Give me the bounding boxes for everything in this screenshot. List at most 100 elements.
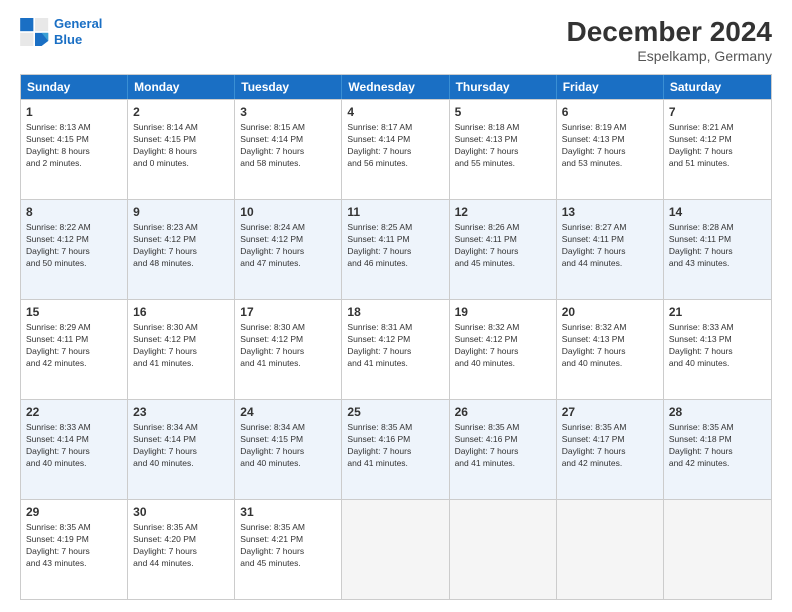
day-info: Sunrise: 8:30 AM Sunset: 4:12 PM Dayligh… bbox=[133, 322, 229, 370]
day-number: 1 bbox=[26, 104, 122, 120]
cal-cell-4: 4 Sunrise: 8:17 AM Sunset: 4:14 PM Daylig… bbox=[342, 100, 449, 199]
day-info: Sunrise: 8:35 AM Sunset: 4:17 PM Dayligh… bbox=[562, 422, 658, 470]
cal-cell-11: 11 Sunrise: 8:25 AM Sunset: 4:11 PM Dayli… bbox=[342, 200, 449, 299]
day-info: Sunrise: 8:28 AM Sunset: 4:11 PM Dayligh… bbox=[669, 222, 766, 270]
calendar-row-4: 22 Sunrise: 8:33 AM Sunset: 4:14 PM Dayli… bbox=[21, 399, 771, 499]
day-info: Sunrise: 8:35 AM Sunset: 4:16 PM Dayligh… bbox=[455, 422, 551, 470]
day-info: Sunrise: 8:33 AM Sunset: 4:14 PM Dayligh… bbox=[26, 422, 122, 470]
cal-cell-9: 9Sunrise: 8:23 AM Sunset: 4:12 PM Daylig… bbox=[128, 200, 235, 299]
cal-cell-21: 21Sunrise: 8:33 AM Sunset: 4:13 PM Dayli… bbox=[664, 300, 771, 399]
cal-cell-empty-6 bbox=[664, 500, 771, 599]
cal-cell-22: 22 Sunrise: 8:33 AM Sunset: 4:14 PM Dayli… bbox=[21, 400, 128, 499]
header-cell-thursday: Thursday bbox=[450, 75, 557, 99]
header-cell-friday: Friday bbox=[557, 75, 664, 99]
cal-cell-29: 29 Sunrise: 8:35 AM Sunset: 4:19 PM Dayli… bbox=[21, 500, 128, 599]
header-cell-monday: Monday bbox=[128, 75, 235, 99]
day-number: 25 bbox=[347, 404, 443, 420]
cal-cell-20: 20Sunrise: 8:32 AM Sunset: 4:13 PM Dayli… bbox=[557, 300, 664, 399]
day-number: 10 bbox=[240, 204, 336, 220]
day-info: Sunrise: 8:15 AM Sunset: 4:14 PM Dayligh… bbox=[240, 122, 336, 170]
day-number: 3 bbox=[240, 104, 336, 120]
day-info: Sunrise: 8:35 AM Sunset: 4:20 PM Dayligh… bbox=[133, 522, 229, 570]
cal-cell-6: 6Sunrise: 8:19 AM Sunset: 4:13 PM Daylig… bbox=[557, 100, 664, 199]
day-number: 13 bbox=[562, 204, 658, 220]
cal-cell-10: 10 Sunrise: 8:24 AM Sunset: 4:12 PM Dayli… bbox=[235, 200, 342, 299]
month-title: December 2024 bbox=[567, 16, 772, 48]
header: General Blue December 2024 Espelkamp, Ge… bbox=[20, 16, 772, 64]
day-number: 8 bbox=[26, 204, 122, 220]
day-info: Sunrise: 8:22 AM Sunset: 4:12 PM Dayligh… bbox=[26, 222, 122, 270]
cal-cell-26: 26Sunrise: 8:35 AM Sunset: 4:16 PM Dayli… bbox=[450, 400, 557, 499]
cal-cell-empty-4 bbox=[450, 500, 557, 599]
day-info: Sunrise: 8:25 AM Sunset: 4:11 PM Dayligh… bbox=[347, 222, 443, 270]
day-number: 2 bbox=[133, 104, 229, 120]
cal-cell-27: 27 Sunrise: 8:35 AM Sunset: 4:17 PM Dayli… bbox=[557, 400, 664, 499]
day-number: 17 bbox=[240, 304, 336, 320]
cal-cell-23: 23Sunrise: 8:34 AM Sunset: 4:14 PM Dayli… bbox=[128, 400, 235, 499]
calendar-row-3: 15 Sunrise: 8:29 AM Sunset: 4:11 PM Dayli… bbox=[21, 299, 771, 399]
day-info: Sunrise: 8:14 AM Sunset: 4:15 PM Dayligh… bbox=[133, 122, 229, 170]
day-info: Sunrise: 8:31 AM Sunset: 4:12 PM Dayligh… bbox=[347, 322, 443, 370]
day-info: Sunrise: 8:35 AM Sunset: 4:19 PM Dayligh… bbox=[26, 522, 122, 570]
day-info: Sunrise: 8:19 AM Sunset: 4:13 PM Dayligh… bbox=[562, 122, 658, 170]
cal-cell-25: 25Sunrise: 8:35 AM Sunset: 4:16 PM Dayli… bbox=[342, 400, 449, 499]
day-info: Sunrise: 8:32 AM Sunset: 4:12 PM Dayligh… bbox=[455, 322, 551, 370]
calendar-header: SundayMondayTuesdayWednesdayThursdayFrid… bbox=[21, 75, 771, 99]
day-info: Sunrise: 8:24 AM Sunset: 4:12 PM Dayligh… bbox=[240, 222, 336, 270]
cal-cell-7: 7Sunrise: 8:21 AM Sunset: 4:12 PM Daylig… bbox=[664, 100, 771, 199]
day-number: 18 bbox=[347, 304, 443, 320]
header-cell-wednesday: Wednesday bbox=[342, 75, 449, 99]
day-number: 16 bbox=[133, 304, 229, 320]
cal-cell-31: 31Sunrise: 8:35 AM Sunset: 4:21 PM Dayli… bbox=[235, 500, 342, 599]
day-info: Sunrise: 8:27 AM Sunset: 4:11 PM Dayligh… bbox=[562, 222, 658, 270]
day-info: Sunrise: 8:30 AM Sunset: 4:12 PM Dayligh… bbox=[240, 322, 336, 370]
logo: General Blue bbox=[20, 16, 102, 47]
day-number: 30 bbox=[133, 504, 229, 520]
header-cell-saturday: Saturday bbox=[664, 75, 771, 99]
day-number: 27 bbox=[562, 404, 658, 420]
logo-text: General Blue bbox=[54, 16, 102, 47]
day-number: 28 bbox=[669, 404, 766, 420]
day-info: Sunrise: 8:13 AM Sunset: 4:15 PM Dayligh… bbox=[26, 122, 122, 170]
cal-cell-13: 13 Sunrise: 8:27 AM Sunset: 4:11 PM Dayli… bbox=[557, 200, 664, 299]
day-info: Sunrise: 8:34 AM Sunset: 4:15 PM Dayligh… bbox=[240, 422, 336, 470]
day-number: 11 bbox=[347, 204, 443, 220]
calendar-row-2: 8 Sunrise: 8:22 AM Sunset: 4:12 PM Daylig… bbox=[21, 199, 771, 299]
calendar-row-5: 29 Sunrise: 8:35 AM Sunset: 4:19 PM Dayli… bbox=[21, 499, 771, 599]
day-info: Sunrise: 8:18 AM Sunset: 4:13 PM Dayligh… bbox=[455, 122, 551, 170]
day-number: 15 bbox=[26, 304, 122, 320]
cal-cell-24: 24 Sunrise: 8:34 AM Sunset: 4:15 PM Dayli… bbox=[235, 400, 342, 499]
cal-cell-3: 3 Sunrise: 8:15 AM Sunset: 4:14 PM Daylig… bbox=[235, 100, 342, 199]
day-number: 29 bbox=[26, 504, 122, 520]
cal-cell-17: 17 Sunrise: 8:30 AM Sunset: 4:12 PM Dayli… bbox=[235, 300, 342, 399]
day-number: 19 bbox=[455, 304, 551, 320]
day-number: 24 bbox=[240, 404, 336, 420]
cal-cell-12: 12 Sunrise: 8:26 AM Sunset: 4:11 PM Dayli… bbox=[450, 200, 557, 299]
day-info: Sunrise: 8:32 AM Sunset: 4:13 PM Dayligh… bbox=[562, 322, 658, 370]
cal-cell-14: 14 Sunrise: 8:28 AM Sunset: 4:11 PM Dayli… bbox=[664, 200, 771, 299]
day-info: Sunrise: 8:35 AM Sunset: 4:21 PM Dayligh… bbox=[240, 522, 336, 570]
day-info: Sunrise: 8:35 AM Sunset: 4:18 PM Dayligh… bbox=[669, 422, 766, 470]
cal-cell-empty-5 bbox=[557, 500, 664, 599]
day-info: Sunrise: 8:26 AM Sunset: 4:11 PM Dayligh… bbox=[455, 222, 551, 270]
day-info: Sunrise: 8:29 AM Sunset: 4:11 PM Dayligh… bbox=[26, 322, 122, 370]
day-number: 4 bbox=[347, 104, 443, 120]
location: Espelkamp, Germany bbox=[567, 48, 772, 64]
cal-cell-2: 2 Sunrise: 8:14 AM Sunset: 4:15 PM Daylig… bbox=[128, 100, 235, 199]
cal-cell-16: 16 Sunrise: 8:30 AM Sunset: 4:12 PM Dayli… bbox=[128, 300, 235, 399]
day-number: 7 bbox=[669, 104, 766, 120]
cal-cell-5: 5Sunrise: 8:18 AM Sunset: 4:13 PM Daylig… bbox=[450, 100, 557, 199]
calendar-body: 1 Sunrise: 8:13 AM Sunset: 4:15 PM Daylig… bbox=[21, 99, 771, 599]
header-cell-sunday: Sunday bbox=[21, 75, 128, 99]
calendar: SundayMondayTuesdayWednesdayThursdayFrid… bbox=[20, 74, 772, 600]
day-number: 22 bbox=[26, 404, 122, 420]
day-number: 14 bbox=[669, 204, 766, 220]
cal-cell-15: 15 Sunrise: 8:29 AM Sunset: 4:11 PM Dayli… bbox=[21, 300, 128, 399]
day-info: Sunrise: 8:17 AM Sunset: 4:14 PM Dayligh… bbox=[347, 122, 443, 170]
day-number: 12 bbox=[455, 204, 551, 220]
logo-icon bbox=[20, 18, 50, 46]
cal-cell-18: 18 Sunrise: 8:31 AM Sunset: 4:12 PM Dayli… bbox=[342, 300, 449, 399]
cal-cell-empty-3 bbox=[342, 500, 449, 599]
cal-cell-8: 8 Sunrise: 8:22 AM Sunset: 4:12 PM Daylig… bbox=[21, 200, 128, 299]
page: General Blue December 2024 Espelkamp, Ge… bbox=[0, 0, 792, 612]
